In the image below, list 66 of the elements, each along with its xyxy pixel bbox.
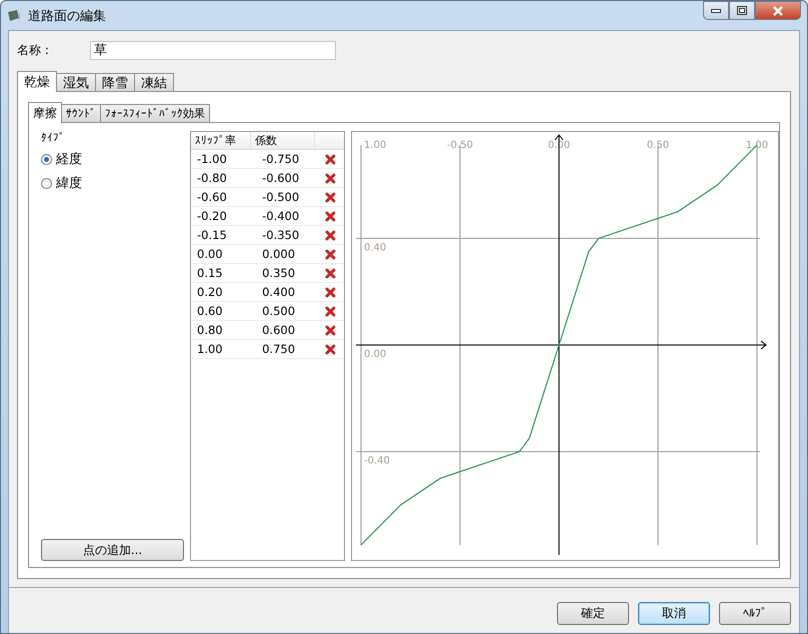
dialog-button[interactable]: 取消 [638,602,710,624]
surface-tab[interactable]: 乾燥 [17,71,57,92]
name-field[interactable]: 草 [90,40,336,60]
delete-icon[interactable] [325,154,336,164]
radio-option[interactable]: 経度 [41,150,184,168]
tick-label: 0.00 [364,349,386,360]
table-cell-text: 0.60 [196,304,224,318]
dialog-button[interactable]: 確定 [557,602,629,624]
sub-tab[interactable]: ﾌｫｰｽﾌｨｰﾄﾞﾊﾞｯｸ効果 [100,104,210,122]
tick-label: 1.00 [364,140,386,151]
table-cell-text: 0.400 [261,285,296,299]
sub-tab[interactable]: ｻｳﾝﾄﾞ [61,104,101,122]
delete-icon[interactable] [325,286,336,298]
close-icon [772,6,784,16]
table-cell-text: -0.750 [261,152,300,166]
table-cell-text: 0.600 [261,323,296,337]
radio-option[interactable]: 緯度 [41,174,184,192]
table-cell-text: 0.00 [196,247,224,261]
surface-tab[interactable]: 降雪 [95,73,135,91]
table-cell-text: -0.350 [261,228,300,242]
tick-label: 1.00 [746,140,768,151]
surface-tab[interactable]: 湿気 [56,73,96,91]
window-title: 道路面の編集 [28,8,107,24]
surface-tab[interactable]: 凍結 [134,73,174,91]
column-header: 係数 [251,132,315,149]
minimize-button[interactable] [703,1,729,20]
table-cell-text: -0.15 [196,228,228,242]
table-cell-text: -0.60 [196,190,228,204]
column-header: ｽﾘｯﾌﾟ率 [191,132,251,149]
tick-label: -0.50 [447,140,473,151]
table-cell-text: 0.500 [261,304,296,318]
table-cell-text: -0.80 [196,171,228,185]
close-button[interactable] [755,1,801,20]
type-label: ﾀｲﾌﾟ [41,131,66,144]
table-cell-text: -0.500 [261,190,300,204]
table-cell-text: -1.00 [196,152,228,166]
table-cell-text: -0.20 [196,209,228,223]
delete-icon[interactable] [325,230,336,240]
tick-label: 0.40 [364,242,386,254]
table-cell-text: -0.600 [261,171,300,185]
delete-icon[interactable] [325,248,336,260]
tick-label: 0.50 [646,140,670,151]
table-cell-text: 0.20 [196,285,224,299]
delete-icon[interactable] [325,344,336,354]
delete-icon[interactable] [325,192,336,202]
delete-icon[interactable] [325,172,336,184]
maximize-button[interactable] [729,1,755,20]
table-cell-text: 0.15 [196,266,224,280]
app-icon [7,8,23,24]
delete-icon[interactable] [325,210,336,222]
table-cell-text: 0.350 [261,266,296,280]
name-label: 名称 : [17,42,50,58]
delete-icon[interactable] [325,268,336,278]
table-cell-text: 0.80 [196,323,224,337]
table-cell-text: -0.400 [261,209,300,223]
delete-icon[interactable] [325,306,336,316]
minimize-icon [711,8,721,12]
table-cell-text: 0.750 [261,342,296,356]
table-cell-text: 1.00 [196,342,224,356]
add-point-button[interactable]: 点の追加... [41,539,184,561]
tick-label: -0.40 [364,456,390,467]
dialog-button[interactable]: ﾍﾙﾌﾟ [719,602,791,624]
maximize-icon [737,6,747,15]
delete-icon[interactable] [325,324,336,336]
sub-tab[interactable]: 摩擦 [28,102,62,123]
table-cell-text: 0.000 [261,247,296,261]
